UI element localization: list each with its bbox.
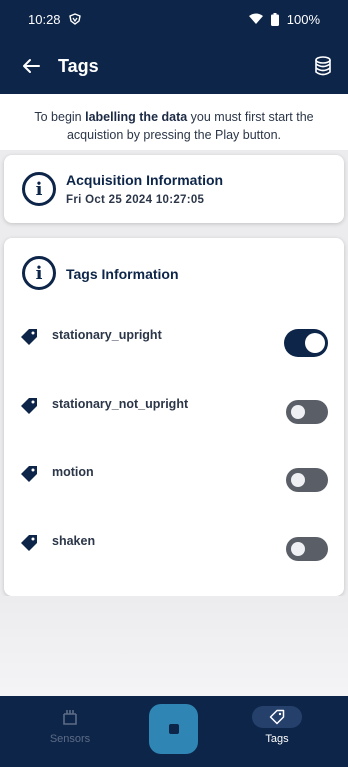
tag-icon — [21, 398, 37, 414]
tag-row: stationary_not_upright — [4, 391, 344, 431]
tags-title: Tags Information — [66, 266, 179, 282]
clock: 10:28 — [28, 11, 61, 27]
tag-icon — [21, 466, 37, 482]
acquisition-title: Acquisition Information — [66, 172, 224, 188]
instruction-bold: labelling the data — [85, 110, 188, 124]
toggle-knob — [291, 405, 305, 419]
tag-label: stationary_upright — [52, 328, 162, 342]
tag-label: shaken — [52, 534, 96, 548]
vpn-shield-icon — [68, 13, 81, 25]
info-icon: i — [22, 172, 56, 206]
tag-label: motion — [52, 465, 94, 479]
toggle-knob — [291, 542, 305, 556]
info-icon: i — [22, 256, 56, 290]
status-bar: 10:28 100% — [0, 0, 348, 38]
tag-toggle[interactable] — [286, 400, 328, 424]
stop-icon — [168, 724, 179, 734]
tag-icon — [21, 535, 37, 551]
stop-button[interactable] — [149, 704, 198, 754]
tag-row: shaken — [4, 528, 344, 568]
tag-icon — [21, 329, 37, 345]
database-icon[interactable] — [314, 56, 332, 76]
tag-toggle[interactable] — [286, 537, 328, 561]
tag-outline-icon — [269, 709, 285, 725]
nav-sensors[interactable]: Sensors — [20, 706, 120, 745]
instruction-text: To begin labelling the data you must fir… — [0, 94, 348, 150]
arrow-left-icon[interactable] — [22, 58, 40, 74]
sensors-icon — [63, 710, 77, 725]
instruction-part1: To begin — [34, 110, 86, 124]
nav-tags-label: Tags — [265, 733, 289, 745]
page-title: Tags — [58, 55, 99, 76]
tag-label: stationary_not_upright — [52, 397, 189, 411]
tag-toggle[interactable] — [284, 329, 328, 357]
toggle-knob — [305, 333, 325, 353]
nav-tags-pill — [252, 706, 302, 728]
background-fade — [0, 596, 348, 696]
battery-level: 100% — [286, 11, 320, 27]
tag-row: motion — [4, 459, 344, 499]
nav-tags[interactable]: Tags — [227, 706, 327, 745]
tag-toggle[interactable] — [286, 468, 328, 492]
acquisition-timestamp: Fri Oct 25 2024 10:27:05 — [66, 194, 205, 206]
nav-sensors-pill — [45, 706, 95, 728]
nav-sensors-label: Sensors — [49, 733, 91, 745]
tags-card: i Tags Information stationary_upright st… — [4, 238, 344, 596]
app-bar: Tags — [0, 38, 348, 94]
tag-row: stationary_upright — [4, 322, 344, 362]
toggle-knob — [291, 473, 305, 487]
battery-icon — [270, 12, 279, 26]
acquisition-card: i Acquisition Information Fri Oct 25 202… — [4, 155, 344, 223]
wifi-icon — [248, 13, 263, 24]
